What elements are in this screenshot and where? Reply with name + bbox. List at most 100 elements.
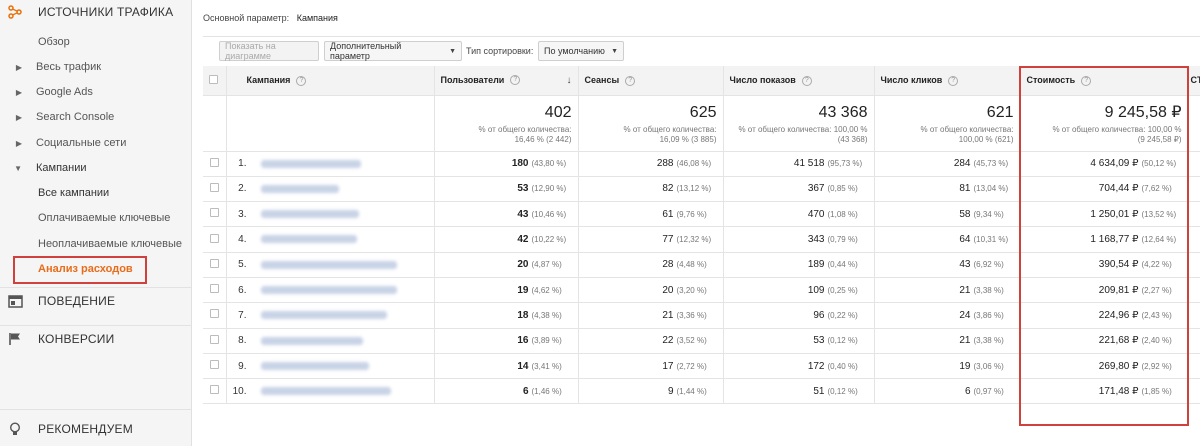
- row-select-cell[interactable]: [203, 277, 227, 304]
- clicks-percent: (10,31 %): [973, 235, 1009, 245]
- campaign-name-redacted[interactable]: [260, 184, 339, 193]
- clicks-percent: (6,92 %): [973, 260, 1004, 270]
- table-row[interactable]: 1. 180 (43,80 %) 288 (46,08 %) 41 518 (95,73 %…: [203, 151, 1200, 177]
- help-icon[interactable]: ?: [801, 75, 812, 86]
- sidebar-item-search-console[interactable]: ▶ Search Console: [0, 107, 192, 127]
- campaign-cell[interactable]: 3.: [226, 201, 435, 228]
- row-checkbox[interactable]: [209, 208, 219, 218]
- lightbulb-icon: [0, 421, 30, 437]
- campaign-cell[interactable]: 6.: [226, 277, 435, 304]
- sidebar-item-all-campaigns[interactable]: Все кампании: [0, 183, 192, 203]
- help-icon[interactable]: ?: [625, 75, 636, 86]
- sidebar-item-label: Search Console: [36, 111, 115, 123]
- campaign-name-redacted[interactable]: [260, 210, 359, 219]
- table-row[interactable]: 9. 14 (3,41 %) 17 (2,72 %) 172 (0,40 %) 19 (3,06…: [203, 353, 1200, 380]
- row-checkbox[interactable]: [209, 385, 219, 395]
- row-checkbox[interactable]: [209, 182, 219, 192]
- row-index: 8.: [238, 335, 247, 347]
- campaign-cell[interactable]: 4.: [226, 226, 435, 253]
- campaign-name-redacted[interactable]: [260, 285, 397, 294]
- row-select-cell[interactable]: [203, 252, 227, 278]
- campaign-name-redacted[interactable]: [260, 159, 361, 168]
- column-header-ctr[interactable]: CTR: [1188, 66, 1200, 96]
- column-header-users[interactable]: Пользователи? ↓: [434, 66, 579, 96]
- row-checkbox[interactable]: [209, 233, 219, 243]
- cost-cell: 221,68 ₽ (2,40 %): [1020, 328, 1189, 354]
- column-header-cost[interactable]: Стоимость?: [1020, 66, 1189, 96]
- sidebar-section-recommended[interactable]: РЕКОМЕНДУЕМ: [0, 417, 192, 441]
- row-select-cell[interactable]: [203, 151, 227, 177]
- column-header-clicks[interactable]: Число кликов?: [874, 66, 1021, 96]
- campaign-cell[interactable]: 5.: [226, 252, 435, 278]
- campaign-name-redacted[interactable]: [260, 260, 397, 269]
- impressions-percent: (0,79 %): [827, 235, 858, 245]
- table-row[interactable]: 8. 16 (3,89 %) 22 (3,52 %) 53 (0,12 %) 21 (3,38 …: [203, 328, 1200, 354]
- row-select-cell[interactable]: [203, 201, 227, 228]
- table-row[interactable]: 3. 43 (10,46 %) 61 (9,76 %) 470 (1,08 %) 58 (9,3…: [203, 201, 1200, 228]
- sidebar-item-google-ads[interactable]: ▶ Google Ads: [0, 82, 192, 102]
- sidebar-section-traffic-sources[interactable]: ИСТОЧНИКИ ТРАФИКА: [0, 0, 192, 24]
- table-row[interactable]: 7. 18 (4,38 %) 21 (3,36 %) 96 (0,22 %) 24 (3,86 …: [203, 302, 1200, 329]
- table-row[interactable]: 10. 6 (1,46 %) 9 (1,44 %) 51 (0,12 %) 6 (0,97 %)…: [203, 378, 1200, 405]
- sidebar-item-organic-keywords[interactable]: Неоплачиваемые ключевые: [0, 234, 192, 254]
- campaign-cell[interactable]: 8.: [226, 328, 435, 354]
- secondary-dimension-dropdown[interactable]: Дополнительный параметр ▼: [324, 41, 462, 61]
- table-row[interactable]: 4. 42 (10,22 %) 77 (12,32 %) 343 (0,79 %) 64 (10…: [203, 226, 1200, 253]
- campaign-name-redacted[interactable]: [260, 311, 387, 320]
- sidebar-section-conversions[interactable]: КОНВЕРСИИ: [0, 327, 192, 351]
- column-header-impressions[interactable]: Число показов?: [723, 66, 875, 96]
- table-row[interactable]: 5. 20 (4,87 %) 28 (4,48 %) 189 (0,44 %) 43 (6,92…: [203, 252, 1200, 278]
- clicks-percent: (45,73 %): [973, 159, 1009, 169]
- row-select-cell[interactable]: [203, 353, 227, 380]
- column-header-campaign[interactable]: Кампания?: [226, 66, 435, 96]
- help-icon[interactable]: ?: [510, 75, 521, 86]
- totals-impressions: 43 368 % от общего количества: 100,00 % (4…: [723, 95, 875, 152]
- clicks-value: 21: [959, 335, 971, 347]
- totals-value: 621: [986, 103, 1014, 121]
- row-select-cell[interactable]: [203, 226, 227, 253]
- sidebar-item-social[interactable]: ▶ Социальные сети: [0, 133, 192, 153]
- primary-dimension-value[interactable]: Кампания: [297, 13, 338, 23]
- campaign-name-redacted[interactable]: [260, 336, 363, 345]
- row-checkbox[interactable]: [209, 258, 219, 268]
- table-row[interactable]: 6. 19 (4,62 %) 20 (3,20 %) 109 (0,25 %) 21 (3,38…: [203, 277, 1200, 304]
- row-checkbox[interactable]: [209, 309, 219, 319]
- select-all-checkbox[interactable]: [209, 74, 218, 84]
- help-icon[interactable]: ?: [948, 75, 959, 86]
- sidebar-item-all-traffic[interactable]: ▶ Весь трафик: [0, 57, 192, 77]
- row-checkbox[interactable]: [209, 157, 219, 167]
- sidebar-section-behavior[interactable]: ПОВЕДЕНИЕ: [0, 289, 192, 313]
- row-checkbox[interactable]: [209, 360, 219, 370]
- row-checkbox[interactable]: [209, 284, 219, 294]
- campaign-name-redacted[interactable]: [260, 361, 369, 370]
- row-select-cell[interactable]: [203, 176, 227, 203]
- users-percent: (4,38 %): [531, 310, 562, 320]
- column-header-label: CTR: [1190, 75, 1200, 86]
- campaign-cell[interactable]: 2.: [226, 176, 435, 203]
- help-icon[interactable]: ?: [1081, 75, 1092, 86]
- campaign-cell[interactable]: 10.: [226, 378, 435, 405]
- campaign-name-redacted[interactable]: [260, 387, 391, 396]
- sessions-percent: (3,52 %): [676, 336, 707, 346]
- column-header-sessions[interactable]: Сеансы?: [578, 66, 724, 96]
- show-on-chart-button[interactable]: Показать на диаграмме: [219, 41, 319, 61]
- sidebar-item-label: Google Ads: [36, 86, 93, 98]
- row-select-cell[interactable]: [203, 302, 227, 329]
- sidebar-item-paid-keywords[interactable]: Оплачиваемые ключевые: [0, 208, 192, 228]
- cost-cell: 704,44 ₽ (7,62 %): [1020, 176, 1189, 203]
- campaign-name-redacted[interactable]: [260, 235, 357, 244]
- cost-cell: 390,54 ₽ (4,22 %): [1020, 252, 1189, 278]
- select-all-cell[interactable]: [203, 66, 227, 96]
- campaign-cell[interactable]: 9.: [226, 353, 435, 380]
- sidebar-item-campaigns[interactable]: ▼ Кампании: [0, 158, 192, 178]
- row-checkbox[interactable]: [209, 334, 219, 344]
- help-icon[interactable]: ?: [296, 75, 307, 86]
- campaign-cell[interactable]: 1.: [226, 151, 435, 177]
- sidebar-item-overview[interactable]: Обзор: [0, 32, 192, 52]
- row-select-cell[interactable]: [203, 378, 227, 405]
- table-row[interactable]: 2. 53 (12,90 %) 82 (13,12 %) 367 (0,85 %) 81 (13…: [203, 176, 1200, 203]
- row-select-cell[interactable]: [203, 328, 227, 354]
- impressions-value: 367: [807, 183, 825, 195]
- sort-type-dropdown[interactable]: По умолчанию ▼: [538, 41, 624, 61]
- campaign-cell[interactable]: 7.: [226, 302, 435, 329]
